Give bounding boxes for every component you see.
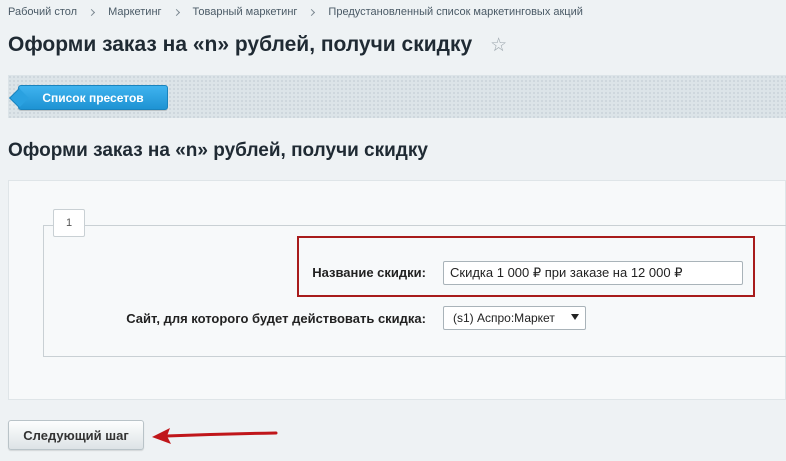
- discount-name-label: Название скидки:: [312, 265, 426, 280]
- breadcrumb: Рабочий стол Маркетинг Товарный маркетин…: [8, 6, 583, 18]
- preset-list-button[interactable]: Список пресетов: [18, 85, 168, 110]
- site-label: Сайт, для которого будет действовать ски…: [126, 311, 426, 326]
- arrow-annotation-icon: [152, 428, 278, 444]
- breadcrumb-item-preset-list[interactable]: Предустановленный список маркетинговых а…: [328, 6, 582, 18]
- chevron-right-icon: [172, 8, 180, 16]
- next-step-button[interactable]: Следующий шаг: [8, 420, 144, 450]
- breadcrumb-item-desktop[interactable]: Рабочий стол: [8, 6, 77, 18]
- breadcrumb-item-product-marketing[interactable]: Товарный маркетинг: [193, 6, 298, 18]
- page-title: Оформи заказ на «n» рублей, получи скидк…: [8, 33, 473, 56]
- section-title: Оформи заказ на «n» рублей, получи скидк…: [8, 140, 428, 161]
- site-select-value: (s1) Аспро:Маркет: [453, 311, 555, 325]
- toolbar: Список пресетов: [8, 75, 786, 118]
- chevron-right-icon: [308, 8, 316, 16]
- page-title-row: Оформи заказ на «n» рублей, получи скидк…: [8, 33, 507, 57]
- preset-list-button-label: Список пресетов: [42, 90, 144, 105]
- next-step-button-label: Следующий шаг: [23, 427, 129, 443]
- discount-name-input[interactable]: [443, 261, 743, 285]
- dropdown-arrow-icon: [571, 314, 579, 320]
- form-panel: 1 Название скидки: Сайт, для которого бу…: [8, 180, 786, 400]
- breadcrumb-item-marketing[interactable]: Маркетинг: [108, 6, 161, 18]
- star-icon[interactable]: ☆: [490, 34, 507, 57]
- chevron-right-icon: [88, 8, 96, 16]
- site-select[interactable]: (s1) Аспро:Маркет: [443, 306, 586, 330]
- step-tab[interactable]: 1: [53, 209, 85, 237]
